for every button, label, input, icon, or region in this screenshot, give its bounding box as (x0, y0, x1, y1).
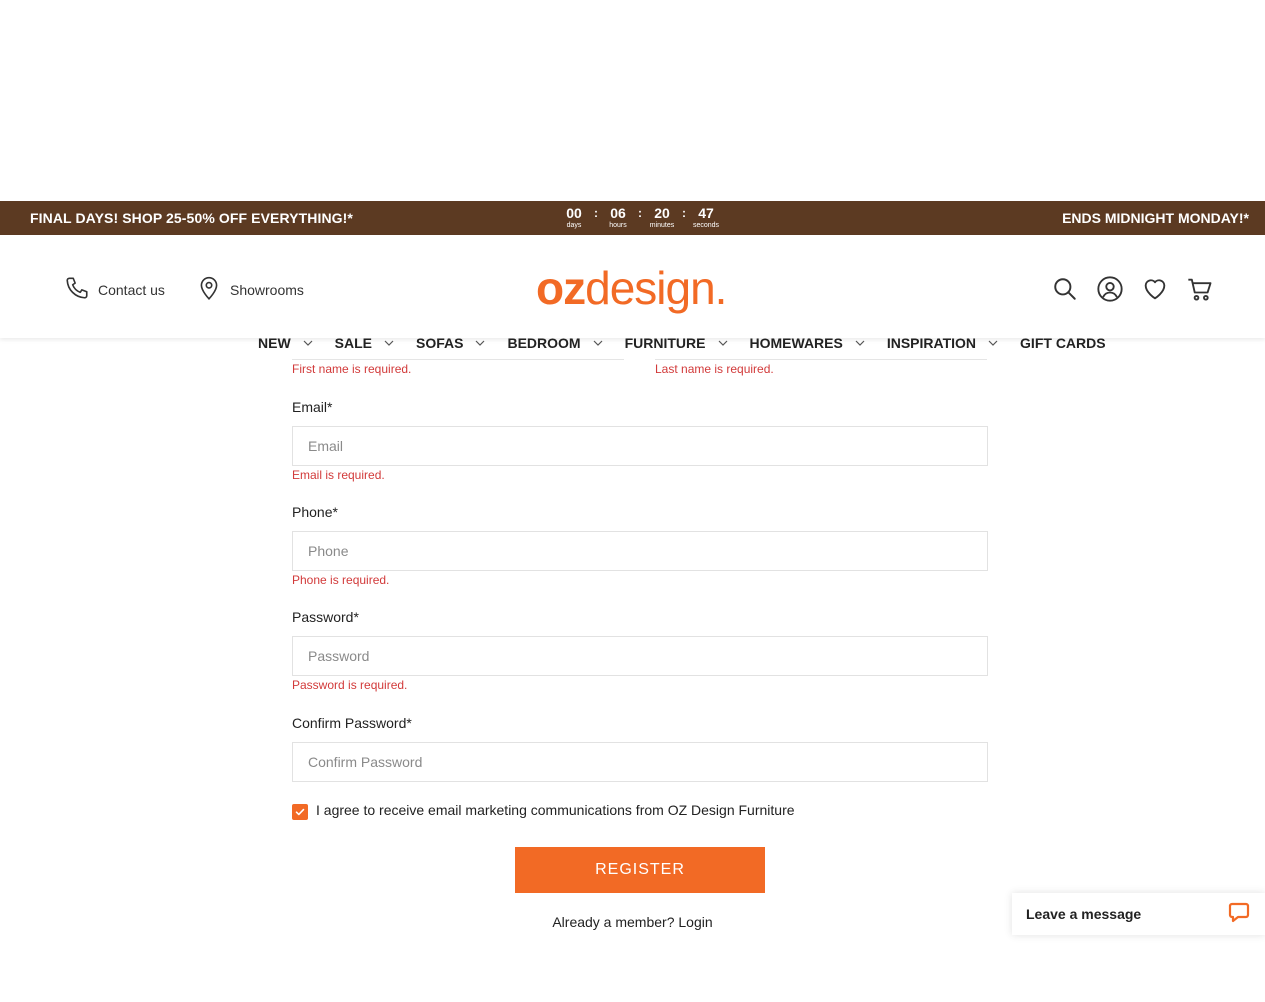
chevron-down-icon (988, 340, 998, 346)
countdown-separator: : (682, 206, 686, 220)
showrooms-label: Showrooms (230, 281, 304, 298)
nav-item-inspiration[interactable]: INSPIRATION (887, 335, 998, 351)
phone-icon (64, 275, 98, 304)
countdown-days: 00 days (563, 205, 585, 230)
email-label: Email* (292, 399, 333, 415)
last-name-error: Last name is required. (655, 362, 774, 376)
countdown-timer: 00 days : 06 hours : 20 minutes : 47 sec… (563, 205, 720, 230)
site-header: Contact us Showrooms oz design. NEW SALE… (0, 235, 1265, 351)
phone-error: Phone is required. (292, 573, 390, 587)
confirm-password-field[interactable] (292, 742, 988, 782)
chevron-down-icon (718, 340, 727, 346)
email-error: Email is required. (292, 468, 385, 482)
first-name-error: First name is required. (292, 362, 412, 376)
chat-label: Leave a message (1026, 906, 1142, 922)
wishlist-icon[interactable] (1140, 274, 1170, 304)
email-field[interactable] (292, 426, 988, 466)
countdown-separator: : (638, 206, 642, 220)
countdown-minutes-value: 20 (654, 205, 670, 221)
chevron-down-icon (384, 340, 394, 346)
countdown-minutes-label: minutes (649, 222, 675, 229)
nav-item-label: GIFT CARDS (1020, 335, 1106, 351)
location-pin-icon (196, 275, 230, 304)
phone-label: Phone* (292, 504, 338, 520)
checkmark-icon (295, 808, 305, 816)
countdown-hours-label: hours (609, 222, 627, 229)
nav-item-homewares[interactable]: HOMEWARES (750, 335, 865, 351)
nav-item-label: BEDROOM (507, 335, 581, 351)
password-field[interactable] (292, 636, 988, 676)
promo-right-text: ENDS MIDNIGHT MONDAY!* (1062, 210, 1249, 226)
header-icons (1050, 274, 1215, 304)
contact-us-link[interactable]: Contact us (64, 275, 165, 304)
logo-oz: oz (536, 262, 586, 314)
countdown-minutes: 20 minutes (649, 205, 675, 230)
countdown-days-label: days (566, 222, 582, 229)
confirm-password-label: Confirm Password* (292, 715, 412, 731)
account-icon[interactable] (1095, 274, 1125, 304)
showrooms-link[interactable]: Showrooms (196, 275, 304, 304)
countdown-hours-value: 06 (610, 205, 626, 221)
oz-design-logo[interactable]: oz design. (536, 261, 727, 317)
nav-item-label: SALE (334, 335, 373, 351)
chevron-down-icon (855, 340, 865, 346)
phone-field[interactable] (292, 531, 988, 571)
marketing-consent-row: I agree to receive email marketing commu… (292, 800, 795, 820)
chevron-down-icon (303, 340, 313, 346)
nav-item-label: INSPIRATION (886, 335, 977, 351)
contact-us-label: Contact us (98, 281, 165, 298)
search-icon[interactable] (1050, 274, 1080, 304)
chat-widget[interactable]: Leave a message (1012, 893, 1265, 935)
countdown-days-value: 00 (566, 205, 582, 221)
nav-item-label: HOMEWARES (749, 335, 843, 351)
login-link[interactable]: Login (678, 914, 712, 930)
chevron-down-icon (593, 340, 603, 346)
nav-item-label: FURNITURE (624, 335, 706, 351)
password-error: Password is required. (292, 678, 408, 692)
promo-bar: FINAL DAYS! SHOP 25-50% OFF EVERYTHING!*… (0, 201, 1265, 235)
countdown-seconds-label: seconds (692, 222, 720, 229)
nav-item-label: SOFAS (416, 335, 464, 351)
countdown-seconds-value: 47 (698, 205, 714, 221)
nav-item-bedroom[interactable]: BEDROOM (507, 335, 603, 351)
countdown-seconds: 47 seconds (692, 205, 720, 230)
nav-item-sale[interactable]: SALE (335, 335, 394, 351)
already-member-prefix: Already a member? (552, 914, 679, 930)
marketing-consent-label: I agree to receive email marketing commu… (316, 802, 795, 818)
nav-item-label: NEW (258, 335, 291, 351)
promo-left-text: FINAL DAYS! SHOP 25-50% OFF EVERYTHING!* (30, 210, 353, 226)
nav-item-new[interactable]: NEW (258, 335, 313, 351)
password-label: Password* (292, 609, 359, 625)
main-nav: NEW SALE SOFAS BEDROOM FURNITURE HOMEWAR… (258, 331, 1128, 355)
nav-item-gift-cards[interactable]: GIFT CARDS (1020, 335, 1106, 351)
last-name-field-border (655, 359, 987, 360)
register-button[interactable]: Register (515, 847, 765, 893)
chevron-down-icon (476, 340, 485, 346)
marketing-consent-checkbox[interactable] (292, 804, 308, 820)
first-name-field-border (292, 359, 624, 360)
countdown-hours: 06 hours (607, 205, 629, 230)
nav-item-sofas[interactable]: SOFAS (416, 335, 485, 351)
countdown-separator: : (594, 206, 598, 220)
cart-icon[interactable] (1185, 274, 1215, 304)
logo-design: design. (585, 262, 727, 314)
chat-bubble-icon (1227, 900, 1251, 929)
nav-item-furniture[interactable]: FURNITURE (625, 335, 728, 351)
